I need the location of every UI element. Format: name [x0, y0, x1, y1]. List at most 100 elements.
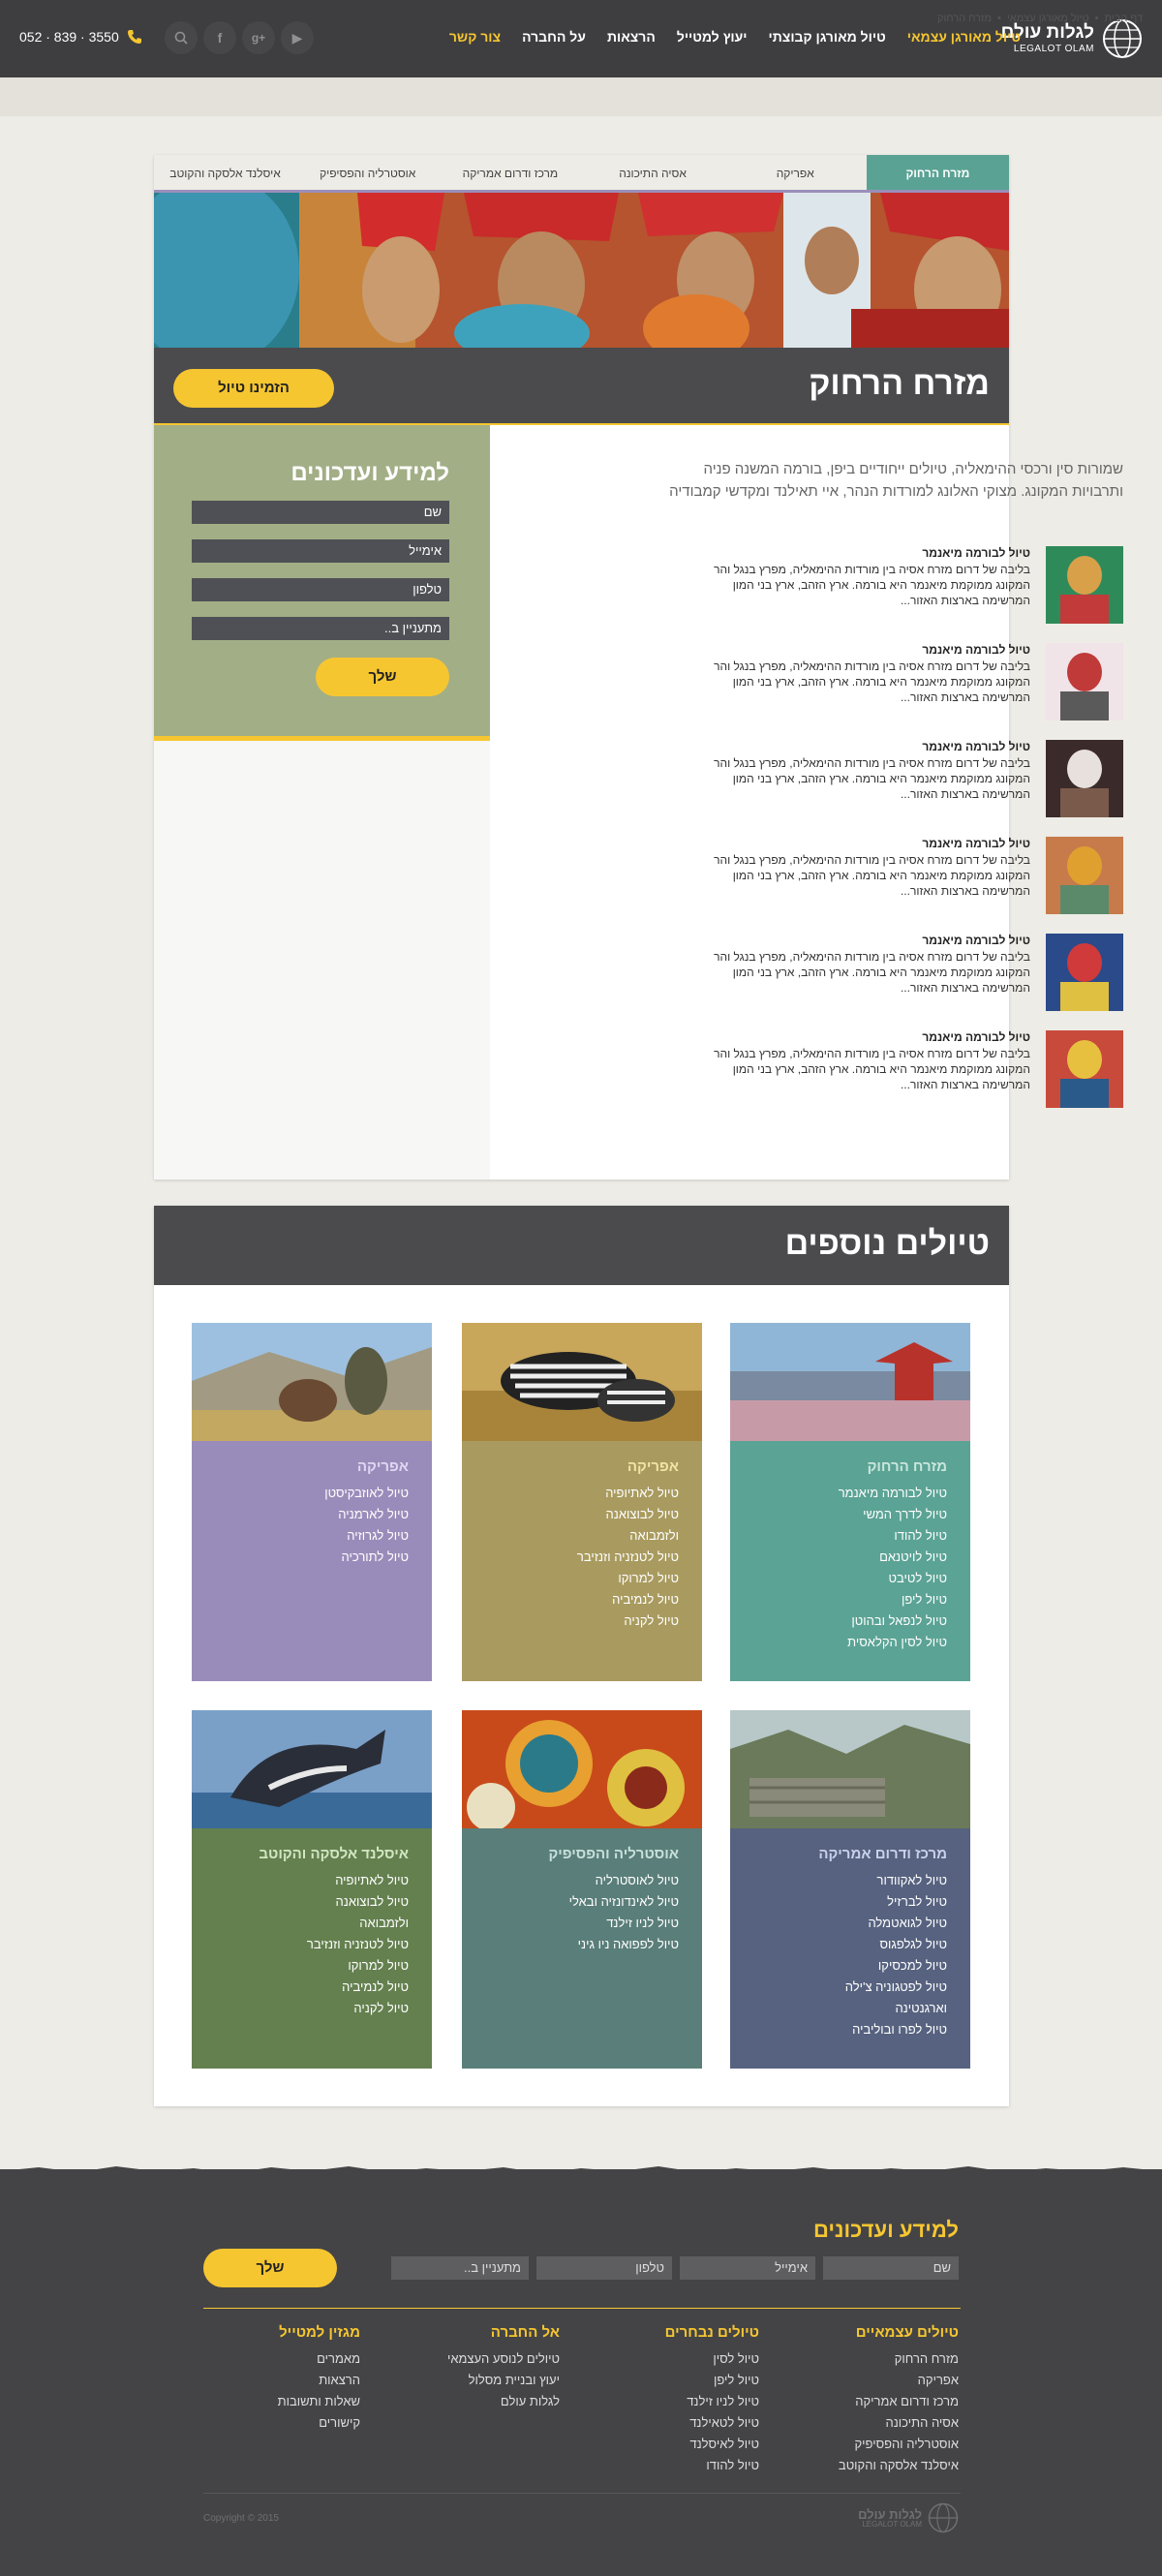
card-link[interactable]: ולזמבואה [192, 1913, 409, 1934]
card-image[interactable] [730, 1323, 970, 1441]
tour-item[interactable]: טיול לבורמה מיאנמר בליבה של דרום מזרח אסי… [697, 546, 1123, 624]
card-title[interactable]: מזרח הרחוק [730, 1458, 947, 1475]
footer-link[interactable]: מרכז ודרום אמריקה [784, 2391, 959, 2412]
card-link[interactable]: טיול לקניה [462, 1610, 679, 1632]
nav-contact[interactable]: צור קשר [439, 29, 511, 45]
card-image[interactable] [462, 1710, 702, 1828]
tour-item[interactable]: טיול לבורמה מיאנמר בליבה של דרום מזרח אסי… [697, 1030, 1123, 1108]
card-link[interactable]: טיול לקניה [192, 1998, 409, 2019]
footer-link[interactable]: הרצאות [186, 2370, 360, 2391]
card-title[interactable]: אוסטרליה והפסיפיק [462, 1846, 679, 1862]
card-link[interactable]: טיול ליפן [730, 1589, 947, 1610]
card-link[interactable]: טיול לפרו ובוליביה [730, 2019, 947, 2040]
tour-item[interactable]: טיול לבורמה מיאנמר בליבה של דרום מזרח אסי… [697, 740, 1123, 817]
tour-thumbnail[interactable] [1046, 740, 1123, 817]
card-link[interactable]: טיול לטנזניה וזנזיבר [192, 1934, 409, 1955]
tour-thumbnail[interactable] [1046, 1030, 1123, 1108]
card-image[interactable] [192, 1323, 432, 1441]
tour-title[interactable]: טיול לבורמה מיאנמר [922, 740, 1030, 753]
breadcrumb-independent[interactable]: טיול מאורגן עצמאי [1007, 13, 1089, 24]
tour-title[interactable]: טיול לבורמה מיאנמר [922, 546, 1030, 560]
card-link[interactable]: טיול לפטגוניה צ'ילה [730, 1977, 947, 1998]
footer-link[interactable]: לגלות עולם [385, 2391, 560, 2412]
card-link[interactable]: טיול לברזיל [730, 1891, 947, 1913]
footer-link[interactable]: אפריקה [784, 2370, 959, 2391]
nav-group-tour[interactable]: טיול מאורגן קבוצתי [758, 29, 897, 45]
region-card[interactable]: אפריקה טיול לאתיופיה טיול לבוצואנה ולזמבואה… [462, 1323, 702, 1681]
footer-link[interactable]: מזרח הרחוק [784, 2348, 959, 2370]
email-field[interactable]: אימייל [192, 539, 449, 563]
footer-interest-field[interactable]: מתעניין ב.. [391, 2256, 529, 2280]
footer-link[interactable]: קישורים [186, 2412, 360, 2434]
card-link[interactable]: טיול למרוקו [462, 1568, 679, 1589]
footer-email-field[interactable]: אימייל [680, 2256, 815, 2280]
footer-link[interactable]: מאמרים [186, 2348, 360, 2370]
tour-thumbnail[interactable] [1046, 546, 1123, 624]
nav-about[interactable]: על החברה [511, 29, 596, 45]
footer-link[interactable]: אסיה התיכונה [784, 2412, 960, 2434]
card-image[interactable] [462, 1323, 702, 1441]
card-link[interactable]: טיול לבוצואנה [462, 1504, 679, 1525]
tour-title[interactable]: טיול לבורמה מיאנמר [922, 934, 1030, 947]
card-link[interactable]: טיול לגרוזיה [192, 1525, 409, 1547]
card-link[interactable]: טיול למרוקו [192, 1955, 409, 1977]
footer-link[interactable]: טיול לאיסלנד [585, 2434, 759, 2455]
region-card[interactable]: איסלנד אלסקה והקוטב טיול לאתיופיה טיול לבו… [192, 1710, 432, 2069]
tour-thumbnail[interactable] [1046, 643, 1123, 721]
card-link[interactable]: טיול לדרך המשי [730, 1504, 947, 1525]
card-link[interactable]: טיול לגואטמלה [730, 1913, 947, 1934]
card-link[interactable]: טיול לאתיופיה [462, 1483, 679, 1504]
footer-link[interactable]: טיול להודו [585, 2455, 759, 2476]
book-tour-button[interactable]: הזמינו טיול [173, 369, 334, 408]
tour-title[interactable]: טיול לבורמה מיאנמר [922, 837, 1030, 850]
footer-link[interactable]: טיול לטאילנד [585, 2412, 759, 2434]
card-title[interactable]: איסלנד אלסקה והקוטב [192, 1846, 409, 1862]
phone-number[interactable]: 052 · 839 · 3550 [19, 29, 142, 45]
card-link[interactable]: טיול לנמיביה [462, 1589, 679, 1610]
footer-logo[interactable]: לגלות עולם LEGALOT OLAM [858, 2502, 959, 2533]
tab-central-asia[interactable]: אסיה התיכונה [581, 155, 723, 192]
tour-thumbnail[interactable] [1046, 934, 1123, 1011]
card-link[interactable]: טיול לפפואה ניו גיני [462, 1934, 679, 1955]
footer-link[interactable]: יעוץ ובניית מסלול [385, 2370, 560, 2391]
card-link[interactable]: טיול לאוסטרליה [462, 1870, 679, 1891]
card-link[interactable]: טיול לאקוודור [730, 1870, 947, 1891]
nav-consulting[interactable]: יעוץ למטייל [666, 29, 758, 45]
region-card[interactable]: אפריקה טיול לאוזבקיסטן טיול לארמניה טיול לג… [192, 1323, 432, 1681]
card-link[interactable]: ולזמבואה [462, 1525, 679, 1547]
tour-thumbnail[interactable] [1046, 837, 1123, 914]
breadcrumb-home[interactable]: דף הבית [1105, 13, 1143, 24]
card-link[interactable]: טיול לויטנאם [730, 1547, 947, 1568]
region-card[interactable]: מזרח הרחוק טיול לבורמה מיאנמר טיול לדרך המ… [730, 1323, 970, 1681]
card-title[interactable]: אפריקה [192, 1458, 409, 1475]
tour-item[interactable]: טיול לבורמה מיאנמר בליבה של דרום מזרח אסי… [697, 643, 1123, 721]
card-title[interactable]: מרכז ודרום אמריקה [730, 1846, 947, 1862]
card-link[interactable]: טיול לנמיביה [192, 1977, 409, 1998]
tour-title[interactable]: טיול לבורמה מיאנמר [922, 1030, 1030, 1044]
footer-link[interactable]: טיול לסין [585, 2348, 759, 2370]
region-card[interactable]: אוסטרליה והפסיפיק טיול לאוסטרליה טיול לאינ… [462, 1710, 702, 2069]
nav-independent-tour[interactable]: טיול מאורגן עצמאי [897, 29, 1031, 45]
tab-africa[interactable]: אפריקה [724, 155, 867, 192]
footer-link[interactable]: שאלות ותשובות [186, 2391, 360, 2412]
card-link[interactable]: טיול לבורמה מיאנמר [730, 1483, 947, 1504]
footer-link[interactable]: טיולים לנוסע העצמאי [385, 2348, 560, 2370]
footer-send-button[interactable]: שלך [203, 2249, 337, 2287]
card-link[interactable]: טיול לטנזניה וזנזיבר [462, 1547, 679, 1568]
youtube-icon[interactable]: ▶ [281, 21, 314, 54]
tab-latin-america[interactable]: מרכז ודרום אמריקה [439, 155, 581, 192]
tour-title[interactable]: טיול לבורמה מיאנמר [922, 643, 1030, 657]
tab-iceland-alaska[interactable]: איסלנד אלסקה והקוטב [154, 155, 296, 192]
tour-item[interactable]: טיול לבורמה מיאנמר בליבה של דרום מזרח אסי… [697, 837, 1123, 914]
footer-phone-field[interactable]: טלפון [536, 2256, 672, 2280]
card-link[interactable]: וארגנטינה [730, 1998, 947, 2019]
card-image[interactable] [730, 1710, 970, 1828]
tab-far-east[interactable]: מזרח הרחוק [866, 155, 1009, 192]
card-link[interactable]: טיול למכסיקו [730, 1955, 947, 1977]
card-link[interactable]: טיול לניו זילנד [462, 1913, 679, 1934]
facebook-icon[interactable]: f [203, 21, 236, 54]
card-link[interactable]: טיול לגלפגוס [730, 1934, 947, 1955]
phone-field[interactable]: טלפון [192, 578, 449, 601]
card-link[interactable]: טיול לטיבט [730, 1568, 948, 1589]
search-icon[interactable] [165, 21, 198, 54]
